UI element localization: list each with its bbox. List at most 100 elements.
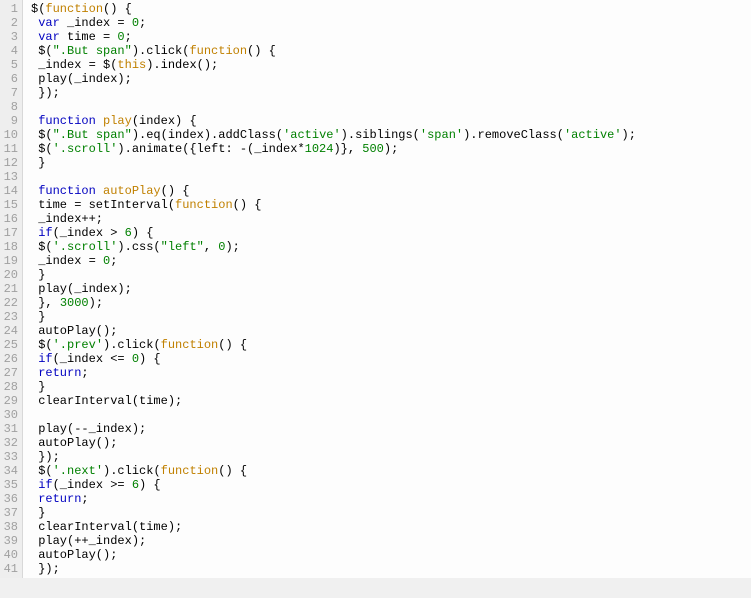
code-line: }); <box>31 562 636 576</box>
code-line: $('.scroll').animate({left: -(_index*102… <box>31 142 636 156</box>
code-line: _index++; <box>31 212 636 226</box>
token-punc: _index = <box>31 254 103 268</box>
token-punc: } <box>31 268 45 282</box>
token-punc: ).click( <box>103 464 161 478</box>
token-punc: play(--_index); <box>31 422 146 436</box>
token-fn: function <box>161 338 219 352</box>
token-num: 6 <box>125 226 132 240</box>
token-num: 6 <box>132 478 139 492</box>
token-punc: ; <box>81 492 88 506</box>
token-punc: , <box>204 240 218 254</box>
line-number: 17 <box>2 226 18 240</box>
line-number: 7 <box>2 86 18 100</box>
token-punc: ; <box>125 30 132 44</box>
token-str: "left" <box>161 240 204 254</box>
token-kw: if <box>38 226 52 240</box>
line-number: 20 <box>2 268 18 282</box>
line-number: 37 <box>2 506 18 520</box>
token-punc: (index) { <box>132 114 197 128</box>
code-line: if(_index > 6) { <box>31 226 636 240</box>
token-fn: function <box>175 198 233 212</box>
line-number: 30 <box>2 408 18 422</box>
token-punc: () { <box>218 464 247 478</box>
code-line: play(_index); <box>31 72 636 86</box>
token-punc: ) { <box>132 226 154 240</box>
code-line: } <box>31 506 636 520</box>
token-this: this <box>117 58 146 72</box>
line-number: 38 <box>2 520 18 534</box>
token-punc: time = <box>60 30 118 44</box>
token-punc: () { <box>218 338 247 352</box>
line-number: 3 <box>2 30 18 44</box>
code-line: } <box>31 268 636 282</box>
code-line: return; <box>31 492 636 506</box>
line-number: 9 <box>2 114 18 128</box>
code-line: } <box>31 380 636 394</box>
token-num: 0 <box>117 30 124 44</box>
token-punc: $( <box>31 2 45 16</box>
token-fn: play <box>103 114 132 128</box>
line-number: 41 <box>2 562 18 576</box>
code-line: autoPlay(); <box>31 436 636 450</box>
line-number: 10 <box>2 128 18 142</box>
token-kw: function <box>38 114 96 128</box>
token-punc: clearInterval(time); <box>31 394 182 408</box>
code-line: play(++_index); <box>31 534 636 548</box>
token-punc: () { <box>233 198 262 212</box>
code-line: time = setInterval(function() { <box>31 198 636 212</box>
token-kw: return <box>38 366 81 380</box>
token-punc: play(++_index); <box>31 534 146 548</box>
token-punc: ).siblings( <box>341 128 420 142</box>
line-number: 26 <box>2 352 18 366</box>
token-punc: (_index <= <box>53 352 132 366</box>
code-line: var _index = 0; <box>31 16 636 30</box>
line-number: 24 <box>2 324 18 338</box>
line-number: 34 <box>2 464 18 478</box>
line-number: 31 <box>2 422 18 436</box>
token-punc: ).removeClass( <box>463 128 564 142</box>
token-punc: ); <box>622 128 636 142</box>
code-line: function play(index) { <box>31 114 636 128</box>
code-line: } <box>31 310 636 324</box>
token-kw: return <box>38 492 81 506</box>
line-number: 5 <box>2 58 18 72</box>
token-punc: _index = <box>60 16 132 30</box>
token-punc: clearInterval(time); <box>31 520 182 534</box>
line-number: 23 <box>2 310 18 324</box>
line-number: 14 <box>2 184 18 198</box>
token-punc: (_index > <box>53 226 125 240</box>
line-number: 12 <box>2 156 18 170</box>
token-punc: $( <box>31 464 53 478</box>
token-punc: () { <box>247 44 276 58</box>
token-fn: autoPlay <box>103 184 161 198</box>
token-punc: () { <box>103 2 132 16</box>
line-number: 28 <box>2 380 18 394</box>
line-number: 36 <box>2 492 18 506</box>
token-punc: autoPlay(); <box>31 548 117 562</box>
token-str: '.scroll' <box>53 142 118 156</box>
token-str: '.scroll' <box>53 240 118 254</box>
code-line: _index = $(this).index(); <box>31 58 636 72</box>
line-number: 18 <box>2 240 18 254</box>
token-punc: ).css( <box>117 240 160 254</box>
code-line <box>31 408 636 422</box>
token-punc: ).eq(index).addClass( <box>132 128 283 142</box>
token-punc <box>96 184 103 198</box>
code-editor: 1234567891011121314151617181920212223242… <box>0 0 751 578</box>
token-punc: ; <box>139 16 146 30</box>
token-punc: ; <box>81 366 88 380</box>
code-line: } <box>31 156 636 170</box>
code-line: $('.scroll').css("left", 0); <box>31 240 636 254</box>
line-number: 22 <box>2 296 18 310</box>
token-punc: $( <box>31 338 53 352</box>
code-line: play(--_index); <box>31 422 636 436</box>
code-area[interactable]: $(function() { var _index = 0; var time … <box>23 0 636 578</box>
code-line: }); <box>31 450 636 464</box>
code-line: clearInterval(time); <box>31 520 636 534</box>
token-str: 'active' <box>564 128 622 142</box>
token-str: 'active' <box>283 128 341 142</box>
token-kw: if <box>38 478 52 492</box>
line-number: 35 <box>2 478 18 492</box>
line-number: 21 <box>2 282 18 296</box>
line-number: 4 <box>2 44 18 58</box>
